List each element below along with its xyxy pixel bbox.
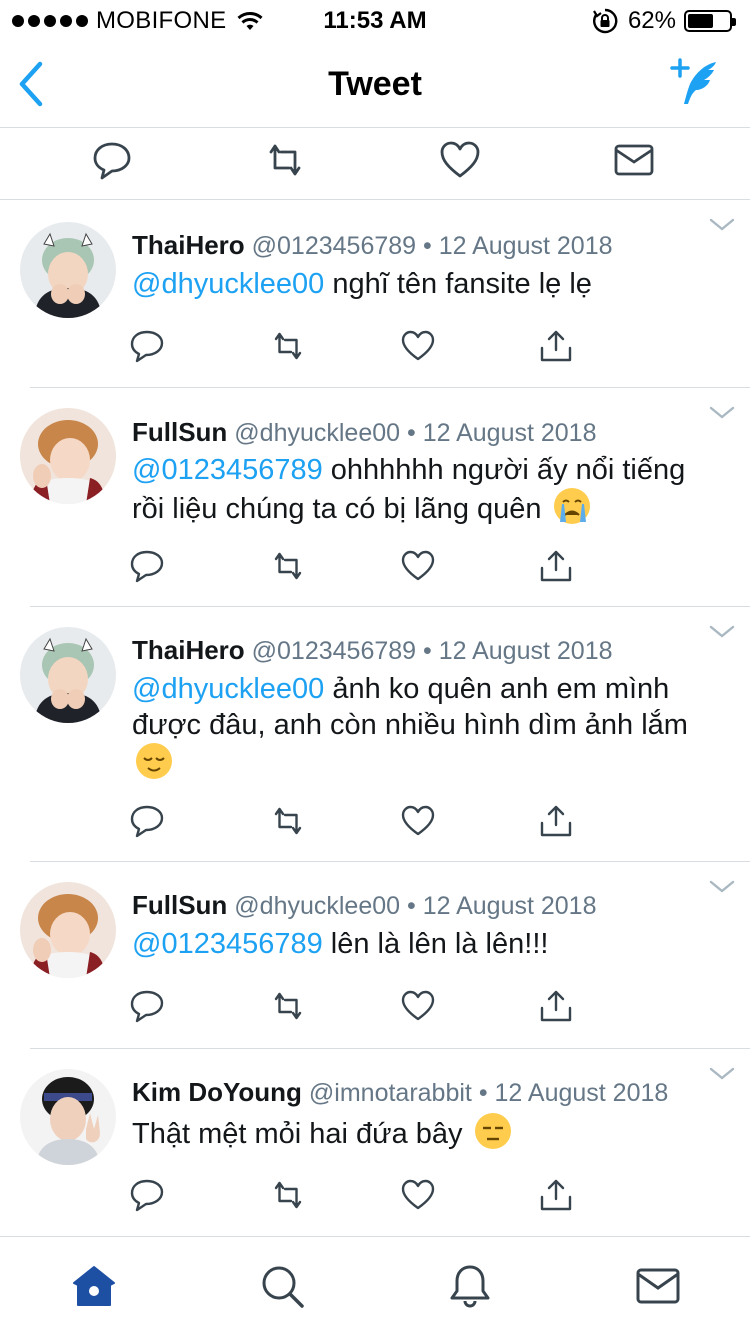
author-name[interactable]: Kim DoYoung (132, 1077, 302, 1107)
tweet-text: @dhyucklee00 nghĩ tên fansite lẹ lẹ (132, 266, 720, 302)
mention-link[interactable]: @dhyucklee00 (132, 673, 324, 705)
tweet-actions (0, 988, 750, 1028)
share-icon[interactable] (538, 803, 574, 839)
tweet-text-content: Thật mệt mỏi hai đứa bây (132, 1118, 463, 1150)
tweet-header: ThaiHero @0123456789 • 12 August 2018 (132, 230, 710, 261)
author-handle: @0123456789 (251, 232, 417, 260)
tweet-text: @0123456789 ohhhhhh người ấy nổi tiếng r… (132, 452, 720, 527)
tweet-header: Kim DoYoung @imnotarabbit • 12 August 20… (132, 1077, 710, 1108)
avatar[interactable] (20, 408, 116, 504)
reply-tweet[interactable]: FullSun @dhyucklee00 • 12 August 2018 @0… (0, 388, 750, 607)
separator-dot: • (407, 892, 416, 920)
author-handle: @0123456789 (251, 637, 417, 665)
separator-dot: • (423, 232, 432, 260)
tweet-text-content: nghĩ tên fansite lẹ lẹ (324, 268, 592, 300)
retweet-icon[interactable] (263, 138, 307, 182)
share-icon[interactable] (538, 1177, 574, 1213)
reply-tweet[interactable]: FullSun @dhyucklee00 • 12 August 2018 @0… (0, 862, 750, 1049)
reply-tweet[interactable]: ThaiHero @0123456789 • 12 August 2018 @d… (0, 607, 750, 862)
author-name[interactable]: ThaiHero (132, 635, 245, 665)
tweet-header: FullSun @dhyucklee00 • 12 August 2018 (132, 417, 710, 448)
compose-tweet-icon[interactable] (668, 56, 722, 108)
tweet-header: ThaiHero @0123456789 • 12 August 2018 (132, 635, 710, 666)
battery-icon (684, 10, 736, 32)
reply-icon[interactable] (129, 988, 165, 1024)
tweet-date: 12 August 2018 (422, 892, 597, 920)
home-icon[interactable] (70, 1263, 118, 1309)
retweet-icon[interactable] (270, 548, 306, 584)
share-icon[interactable] (538, 548, 574, 584)
tweet-text: @0123456789 lên là lên là lên!!! (132, 926, 720, 962)
author-name[interactable]: ThaiHero (132, 230, 245, 260)
search-icon[interactable] (258, 1263, 306, 1309)
author-handle: @dhyucklee00 (234, 892, 401, 920)
crying-face-emoji (553, 488, 590, 524)
tweet-date: 12 August 2018 (422, 419, 597, 447)
like-icon[interactable] (400, 1177, 436, 1213)
tab-bar (0, 1236, 750, 1334)
expressionless-face-emoji (474, 1113, 511, 1149)
tweet-actions (0, 803, 750, 843)
reply-icon[interactable] (129, 803, 165, 839)
like-icon[interactable] (438, 138, 482, 182)
tweet-header: FullSun @dhyucklee00 • 12 August 2018 (132, 890, 710, 921)
reply-icon[interactable] (129, 1177, 165, 1213)
tweet-actions (0, 328, 750, 368)
tweet-date: 12 August 2018 (494, 1079, 669, 1107)
author-name[interactable]: FullSun (132, 417, 227, 447)
separator-dot: • (478, 1079, 488, 1107)
tweet-actions (0, 548, 750, 588)
retweet-icon[interactable] (270, 328, 306, 364)
relieved-face-emoji (136, 743, 172, 779)
separator-dot: • (407, 419, 416, 447)
chevron-down-icon[interactable] (708, 404, 736, 422)
retweet-icon[interactable] (270, 988, 306, 1024)
mention-link[interactable]: @0123456789 (132, 928, 323, 960)
like-icon[interactable] (400, 988, 436, 1024)
avatar[interactable] (20, 882, 116, 978)
author-handle: @dhyucklee00 (234, 419, 401, 447)
share-icon[interactable] (538, 328, 574, 364)
status-right: 62% (592, 6, 736, 36)
reply-tweet[interactable]: Kim DoYoung @imnotarabbit • 12 August 20… (0, 1049, 750, 1236)
retweet-icon[interactable] (270, 803, 306, 839)
message-icon[interactable] (612, 138, 656, 182)
separator-dot: • (423, 637, 432, 665)
mention-link[interactable]: @dhyucklee00 (132, 268, 324, 300)
avatar[interactable] (20, 222, 116, 318)
reply-icon[interactable] (90, 138, 134, 182)
notifications-icon[interactable] (446, 1263, 494, 1309)
author-name[interactable]: FullSun (132, 890, 227, 920)
like-icon[interactable] (400, 328, 436, 364)
share-icon[interactable] (538, 988, 574, 1024)
reply-icon[interactable] (129, 548, 165, 584)
reply-tweet[interactable]: ThaiHero @0123456789 • 12 August 2018 @d… (0, 200, 750, 388)
tweet-text: @dhyucklee00 ảnh ko quên anh em mình đượ… (132, 671, 720, 782)
orientation-lock-icon (593, 8, 618, 34)
tweet-text: Thật mệt mỏi hai đứa bây (132, 1113, 720, 1152)
messages-icon[interactable] (634, 1263, 682, 1309)
battery-level (688, 14, 713, 28)
avatar[interactable] (20, 627, 116, 723)
nav-bar: Tweet (0, 40, 750, 128)
retweet-icon[interactable] (270, 1177, 306, 1213)
chevron-down-icon[interactable] (708, 878, 736, 896)
mention-link[interactable]: @0123456789 (132, 454, 323, 486)
page-title: Tweet (328, 65, 422, 103)
chevron-down-icon[interactable] (708, 216, 736, 234)
tweet-text-content: lên là lên là lên!!! (322, 928, 549, 960)
chevron-down-icon[interactable] (708, 1065, 736, 1083)
avatar[interactable] (20, 1069, 116, 1165)
tweet-actions (0, 1177, 750, 1217)
tweet-date: 12 August 2018 (438, 637, 613, 665)
status-bar: MOBIFONE 11:53 AM 62% (0, 0, 750, 40)
chevron-down-icon[interactable] (708, 623, 736, 641)
tweet-date: 12 August 2018 (438, 232, 613, 260)
reply-icon[interactable] (129, 328, 165, 364)
like-icon[interactable] (400, 548, 436, 584)
author-handle: @imnotarabbit (308, 1079, 472, 1107)
main-tweet-actions (0, 128, 750, 200)
like-icon[interactable] (400, 803, 436, 839)
battery-percent: 62% (627, 7, 676, 34)
